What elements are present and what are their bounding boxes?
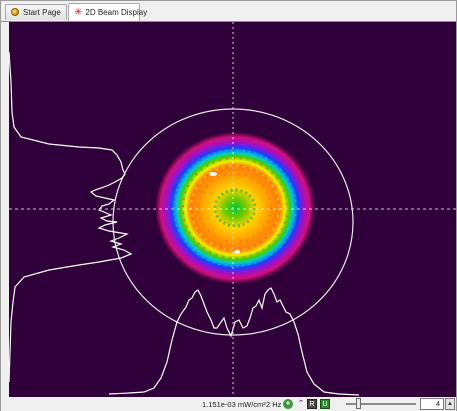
hot-spot — [234, 250, 240, 254]
tab-strip: Start Page ✳ 2D Beam Display — [1, 1, 456, 22]
tab-2d-beam-display[interactable]: ✳ 2D Beam Display — [68, 3, 147, 21]
record-icon[interactable]: R — [307, 399, 317, 409]
tab-start-page[interactable]: Start Page — [5, 4, 67, 20]
beam-display-canvas[interactable] — [9, 22, 456, 397]
beam-plot — [9, 22, 456, 397]
palette-slider-thumb[interactable] — [356, 398, 361, 409]
tab-label: Start Page — [23, 8, 61, 17]
globe-icon — [11, 8, 20, 17]
palette-value-field[interactable]: 4 — [420, 398, 444, 410]
power-density-readout: 1.151e-03 mW/cm² — [202, 400, 266, 409]
beam-icon: ✳ — [74, 7, 83, 18]
application-window: Start Page ✳ 2D Beam Display 1.151e-03 m… — [0, 0, 457, 411]
status-green-icon[interactable]: ● — [283, 399, 293, 409]
tab-label: 2D Beam Display — [85, 8, 148, 17]
beam-spot — [155, 132, 315, 284]
up-arrow-icon[interactable]: ⌃ — [296, 399, 306, 409]
u-mode-icon[interactable]: U — [320, 399, 330, 409]
hot-spot — [209, 172, 217, 176]
spin-arrow-icon[interactable]: ▲ — [445, 398, 455, 410]
status-bar: 1.151e-03 mW/cm² 2 Hz ● ⌃ R U 4 ▲ — [1, 397, 456, 411]
frame-rate-readout: 2 Hz — [266, 400, 282, 409]
